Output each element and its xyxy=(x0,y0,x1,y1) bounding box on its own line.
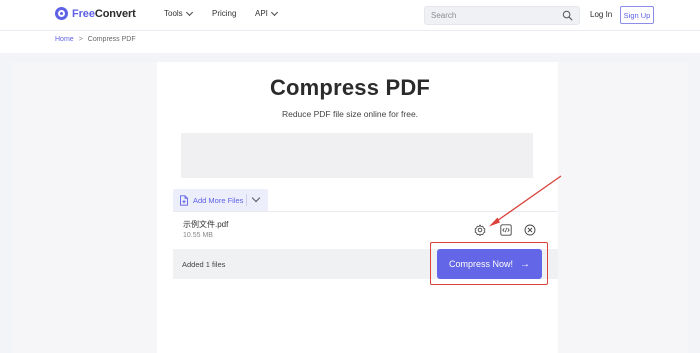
logo-text: FreeConvert xyxy=(72,8,136,20)
login-link[interactable]: Log In xyxy=(590,10,612,19)
logo-text-free: Free xyxy=(72,7,95,20)
file-name: 示例文件.pdf xyxy=(183,220,229,229)
ad-placeholder xyxy=(181,133,533,178)
add-more-files-label: Add More Files xyxy=(193,195,244,205)
file-size: 10.55 MB xyxy=(183,232,213,239)
search-box xyxy=(424,6,580,25)
page-title: Compress PDF xyxy=(269,75,431,100)
nav-api[interactable]: API xyxy=(255,8,278,18)
chevron-down-icon[interactable] xyxy=(251,193,261,203)
gear-icon[interactable] xyxy=(474,224,486,236)
added-files-count: Added 1 files xyxy=(182,260,226,269)
nav-api-label: API xyxy=(255,9,268,18)
logo-icon xyxy=(55,7,68,20)
signup-button[interactable]: Sign Up xyxy=(620,6,654,24)
search-input[interactable] xyxy=(431,9,551,21)
page-subtitle: Reduce PDF file size online for free. xyxy=(281,109,419,119)
nav-pricing[interactable]: Pricing xyxy=(212,9,236,18)
chevron-down-icon xyxy=(185,8,193,16)
breadcrumb-separator: > xyxy=(78,36,83,43)
search-icon[interactable] xyxy=(562,10,573,21)
file-icon xyxy=(180,194,188,206)
nav-tools-label: Tools xyxy=(164,9,183,18)
logo[interactable]: FreeConvert xyxy=(55,7,136,20)
logo-text-convert: Convert xyxy=(94,7,136,20)
top-navbar: FreeConvert Tools Pricing API Log In Sig… xyxy=(0,0,700,31)
nav-tools[interactable]: Tools xyxy=(164,8,193,18)
breadcrumb-current: Compress PDF xyxy=(87,36,136,43)
divider xyxy=(246,194,247,206)
close-icon[interactable] xyxy=(524,224,536,236)
breadcrumb-home[interactable]: Home xyxy=(55,36,74,43)
add-more-files-button[interactable]: Add More Files xyxy=(173,189,268,211)
code-icon[interactable] xyxy=(500,224,512,236)
nav-pricing-label: Pricing xyxy=(212,9,237,18)
annotation-highlight-box xyxy=(430,242,548,285)
breadcrumb: Home > Compress PDF xyxy=(55,36,136,43)
chevron-down-icon xyxy=(270,8,278,16)
